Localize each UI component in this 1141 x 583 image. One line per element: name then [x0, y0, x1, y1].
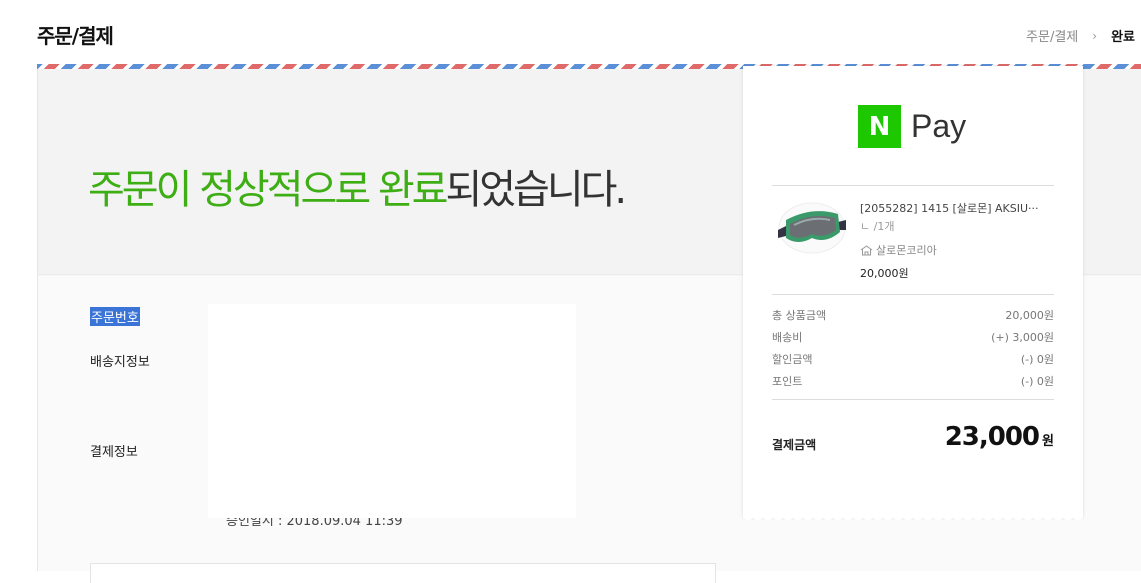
completion-message-highlight: 주문이 정상적으로 완료 [88, 167, 448, 213]
order-number-label: 주문번호 [90, 307, 140, 326]
goggles-product-image [778, 202, 846, 254]
summary-row-shipping: 배송비 (+) 3,000원 [772, 329, 1054, 345]
summary-value: (-) 0원 [1020, 353, 1054, 366]
breadcrumb: 주문/결제 › 완료 [1026, 26, 1135, 46]
page-title: 주문/결제 [37, 24, 114, 48]
summary-label: 포인트 [772, 375, 803, 388]
header: 주문/결제 주문/결제 › 완료 [0, 0, 1141, 66]
pay-wordmark: Pay [911, 108, 967, 144]
chevron-right-icon: › [1092, 28, 1098, 43]
item-price: 20,000원 [860, 267, 909, 280]
divider [772, 294, 1054, 295]
summary-row-subtotal: 총 상품금액 20,000원 [772, 307, 1054, 323]
seller[interactable]: 살로몬코리아 [860, 242, 937, 258]
summary-value: (-) 0원 [1020, 375, 1054, 388]
total-amount: 23,000 원 [945, 422, 1054, 452]
divider [772, 185, 1054, 186]
naver-n-icon: N [858, 105, 901, 148]
payment-info-label: 결제정보 [90, 445, 138, 460]
item-quantity: ㄴ /1개 [860, 220, 895, 233]
summary-value: (+) 3,000원 [991, 331, 1054, 344]
npay-logo: N Pay [858, 105, 966, 148]
summary-label: 할인금액 [772, 353, 813, 366]
completion-message-rest: 되었습니다. [445, 167, 627, 213]
summary-label: 총 상품금액 [772, 309, 827, 322]
summary-row-discount: 할인금액 (-) 0원 [772, 351, 1054, 367]
summary-label: 배송비 [772, 331, 803, 344]
redacted-area [208, 304, 576, 518]
summary-row-points: 포인트 (-) 0원 [772, 373, 1054, 389]
divider [772, 399, 1054, 400]
completion-message: 주문이 정상적으로 완료되었습니다. [88, 157, 627, 215]
summary-value: 20,000원 [1005, 309, 1054, 322]
seller-name: 살로몬코리아 [876, 244, 937, 257]
total-unit: 원 [1042, 434, 1054, 449]
shipping-info-label: 배송지정보 [90, 355, 150, 370]
total-value: 23,000 [944, 422, 1040, 452]
breadcrumb-step-complete: 완료 [1111, 30, 1135, 45]
breadcrumb-step-payment: 주문/결제 [1026, 30, 1079, 45]
total-label: 결제금액 [772, 438, 817, 452]
item-name[interactable]: [2055282] 1415 [살로몬] AKSIU··· [860, 200, 1039, 216]
store-icon [860, 244, 873, 255]
details-box [90, 563, 716, 583]
npay-receipt: N Pay [2055282] 1415 [살로몬] AKSIU··· ㄴ /1… [743, 66, 1083, 524]
